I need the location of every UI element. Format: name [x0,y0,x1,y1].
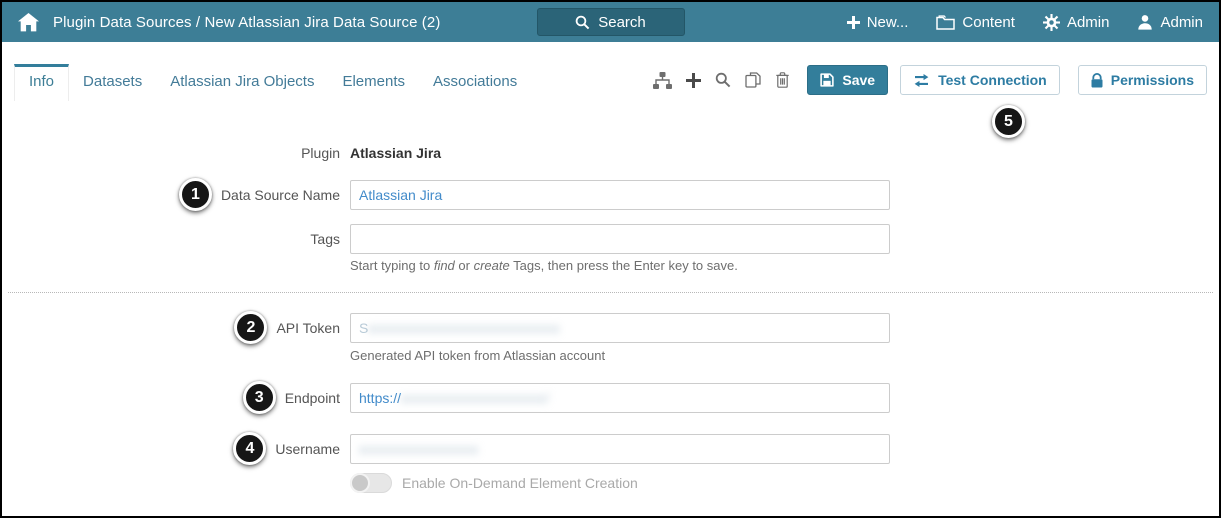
home-icon[interactable] [18,12,39,32]
toolbar: Save Test Connection Permissions [652,65,1207,101]
sitemap-icon[interactable] [652,71,673,90]
save-button[interactable]: Save [807,65,889,95]
breadcrumb: Plugin Data Sources / New Atlassian Jira… [53,13,441,31]
on-demand-toggle-label: Enable On-Demand Element Creation [402,475,638,491]
search-button[interactable]: Search [536,8,685,36]
nav-admin[interactable]: Admin [1042,13,1110,31]
nav-user[interactable]: Admin [1137,14,1203,31]
on-demand-toggle[interactable] [350,473,392,493]
top-header-bar: Plugin Data Sources / New Atlassian Jira… [2,2,1219,42]
endpoint-visible-prefix: https:// [359,389,402,406]
delete-trash-icon[interactable] [774,71,791,89]
nav-admin-label: Admin [1066,13,1110,31]
tags-label: Tags [310,231,340,247]
data-source-name-label: Data Source Name [220,186,340,203]
copy-icon[interactable] [744,71,762,89]
tab-atlassian-jira-objects[interactable]: Atlassian Jira Objects [156,64,328,101]
nav-new-label: New... [866,13,909,31]
plugin-value: Atlassian Jira [350,145,442,161]
tab-toolbar-row: Info Datasets Atlassian Jira Objects Ele… [2,64,1219,101]
plugin-row: Plugin Atlassian Jira [2,145,1219,161]
top-nav: New... Content Admin Admin [846,13,1203,31]
info-form: Plugin Atlassian Jira 1 Data Source Name… [2,101,1219,493]
callout-badge-3: 3 [242,381,276,414]
tab-info[interactable]: Info [14,64,70,101]
nav-new[interactable]: New... [846,13,909,31]
user-icon [1138,15,1153,30]
api-token-input[interactable]: S xxxxxxxxxxxxxxxxxxxxxxxx [350,312,890,343]
callout-badge-5: 5 [992,105,1025,138]
redacted-value: xxxxxxxxxxxxxxxxxxxxxxxx [368,319,561,336]
nav-content[interactable]: Content [936,14,1015,31]
api-token-help-text: Generated API token from Atlassian accou… [350,348,606,363]
username-label: Username [275,440,340,457]
save-floppy-icon [820,73,835,87]
search-lens-icon[interactable] [714,71,732,89]
add-icon[interactable] [685,72,702,89]
test-connection-label: Test Connection [938,72,1047,88]
endpoint-input[interactable]: https:// xxxxxxxxxxxxxxxxxx/ [350,382,890,413]
nav-user-label: Admin [1160,13,1203,31]
data-source-name-row: 1 Data Source Name [2,178,1219,211]
folder-icon [936,14,956,30]
swap-arrows-icon [914,73,929,87]
section-divider [8,292,1213,293]
plugin-label: Plugin [301,145,340,161]
gear-icon [1042,13,1060,31]
tags-help-text: Start typing to find or create Tags, the… [350,258,738,273]
api-token-visible-prefix: S [359,319,369,336]
endpoint-label: Endpoint [284,389,340,406]
callout-badge-2: 2 [234,311,268,344]
redacted-value: xxxxxxxxxxxxxxx [359,440,479,457]
toggle-knob [350,473,370,493]
permissions-button[interactable]: Permissions [1077,65,1207,95]
save-button-label: Save [842,72,876,88]
endpoint-row: 3 Endpoint https:// xxxxxxxxxxxxxxxxxx/ [2,381,1219,414]
tab-associations[interactable]: Associations [419,64,531,101]
permissions-label: Permissions [1110,72,1194,88]
tags-row: Tags [2,224,1219,254]
tab-datasets[interactable]: Datasets [69,64,156,101]
tags-input[interactable] [350,224,890,254]
data-source-name-input[interactable] [350,179,890,210]
app-window: Plugin Data Sources / New Atlassian Jira… [0,0,1221,518]
tabs: Info Datasets Atlassian Jira Objects Ele… [14,64,531,101]
redacted-value: xxxxxxxxxxxxxxxxxx/ [401,389,550,406]
lock-icon [1091,72,1103,87]
api-token-row: 2 API Token S xxxxxxxxxxxxxxxxxxxxxxxx [2,311,1219,344]
username-row: 4 Username xxxxxxxxxxxxxxx [2,432,1219,465]
nav-content-label: Content [962,13,1015,31]
api-token-label: API Token [276,319,340,336]
on-demand-toggle-row: Enable On-Demand Element Creation [350,473,1219,493]
plus-icon [846,15,860,29]
search-icon [575,15,590,29]
callout-badge-1: 1 [178,178,212,211]
callout-badge-4: 4 [233,432,267,465]
search-button-label: Search [598,13,646,31]
tab-elements[interactable]: Elements [328,64,419,101]
username-input[interactable]: xxxxxxxxxxxxxxx [350,433,890,464]
test-connection-button[interactable]: Test Connection [900,65,1060,95]
